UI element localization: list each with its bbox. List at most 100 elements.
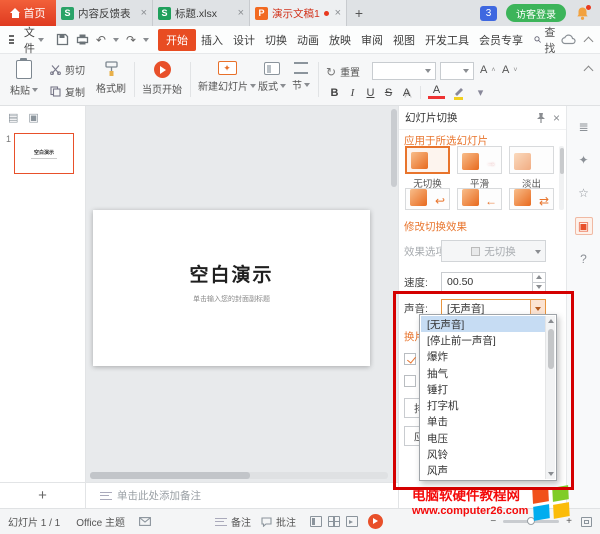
normal-view-button[interactable] — [310, 516, 322, 527]
guest-login-button[interactable]: 访客登录 — [506, 4, 566, 22]
file-menu[interactable]: 文件 — [19, 24, 49, 56]
format-painter-button[interactable]: 格式刷 — [96, 61, 126, 95]
section-button[interactable]: 节 — [292, 62, 310, 92]
find-button[interactable]: 查找 — [534, 24, 559, 56]
effect-options-select[interactable]: 无切换 — [441, 240, 546, 262]
sound-option[interactable]: [停止前一声音] — [421, 332, 545, 348]
slide-1-thumbnail[interactable]: 空白演示 — [14, 133, 74, 174]
print-icon[interactable] — [76, 33, 89, 46]
font-size-select[interactable] — [440, 62, 474, 80]
sound-option[interactable]: 风铃 — [421, 446, 545, 462]
spin-down-icon[interactable] — [536, 285, 542, 289]
cut-button[interactable]: 剪切 — [50, 62, 85, 77]
ribbon-tab-transition[interactable]: 切换 — [260, 29, 292, 51]
close-tab-icon[interactable]: × — [238, 8, 244, 19]
checkbox-checked-icon[interactable] — [404, 353, 416, 365]
ribbon-tab-design[interactable]: 设计 — [228, 29, 260, 51]
transition-fade[interactable]: 淡出 — [508, 146, 555, 190]
ribbon-tab-home[interactable]: 开始 — [158, 29, 196, 51]
grow-font-button[interactable]: A˄ — [480, 64, 495, 76]
undo-dropdown-icon[interactable] — [113, 38, 119, 42]
undo-icon[interactable]: ↶ — [96, 34, 106, 46]
scrollbar-thumb[interactable] — [560, 148, 564, 174]
ribbon-expand-icon[interactable] — [584, 66, 594, 76]
transition-extra-3[interactable]: ⇄ — [508, 188, 555, 210]
gallery-scrollbar[interactable] — [559, 146, 564, 210]
text-shadow-button[interactable]: A — [398, 84, 415, 101]
transition-extra-2[interactable]: ← — [456, 188, 503, 210]
more-format-icon[interactable]: ▾ — [472, 84, 489, 101]
sound-option[interactable]: 风声 — [421, 463, 545, 479]
notes-placeholder-area[interactable]: 单击此处添加备注 — [86, 488, 201, 503]
hamburger-menu-icon[interactable] — [9, 35, 14, 44]
sound-option[interactable]: 锤打 — [421, 381, 545, 397]
close-pane-icon[interactable]: × — [553, 111, 560, 125]
redo-icon[interactable]: ↷ — [126, 34, 136, 46]
scroll-down-icon[interactable] — [548, 472, 554, 476]
ribbon-tab-member[interactable]: 会员专享 — [474, 29, 528, 51]
speed-input[interactable]: 00.50 — [441, 272, 546, 292]
message-count-badge[interactable]: 3 — [480, 6, 497, 21]
highlight-color-button[interactable] — [450, 84, 467, 101]
slide-editing-surface[interactable]: 空白演示 单击输入您的封面副标题 — [93, 210, 370, 366]
collapse-ribbon-icon[interactable] — [584, 36, 594, 46]
strikethrough-button[interactable]: S — [380, 84, 397, 101]
sound-option[interactable]: 打字机 — [421, 397, 545, 413]
font-color-button[interactable]: A — [428, 84, 445, 99]
sorter-view-button[interactable] — [328, 516, 340, 527]
new-slide-button[interactable]: ✦ 新建幻灯片 — [198, 61, 256, 93]
slides-view-toggle-icon[interactable]: ▤ — [8, 111, 18, 124]
help-panel-icon[interactable]: ? — [575, 250, 593, 268]
ribbon-tab-insert[interactable]: 插入 — [196, 29, 228, 51]
home-tab[interactable]: 首页 — [0, 0, 56, 26]
underline-button[interactable]: U — [362, 84, 379, 101]
transition-panel-icon[interactable]: ▣ — [575, 217, 593, 235]
spin-up-icon[interactable] — [536, 275, 542, 279]
close-tab-icon[interactable]: × — [141, 8, 147, 19]
theme-name[interactable]: Office 主题 — [76, 514, 125, 529]
add-slide-button[interactable]: + — [0, 483, 86, 508]
transition-none[interactable]: 无切换 — [404, 146, 451, 190]
comments-toggle-button[interactable]: 批注 — [261, 514, 296, 529]
ribbon-tab-slideshow[interactable]: 放映 — [324, 29, 356, 51]
canvas-horizontal-scrollbar[interactable] — [90, 472, 388, 479]
notification-bell-icon[interactable] — [575, 6, 590, 21]
slide-canvas-area[interactable]: 空白演示 单击输入您的封面副标题 — [86, 106, 398, 482]
slideshow-play-button[interactable] — [368, 514, 383, 529]
properties-panel-icon[interactable]: ≣ — [575, 118, 593, 136]
reset-button[interactable]: ↻ 重置 — [326, 64, 360, 79]
ribbon-tab-view[interactable]: 视图 — [388, 29, 420, 51]
sound-option[interactable]: [无声音] — [421, 316, 545, 332]
save-icon[interactable] — [56, 33, 69, 46]
slide-title-text[interactable]: 空白演示 — [93, 260, 370, 287]
play-from-current-button[interactable]: 当页开始 — [142, 61, 182, 96]
canvas-vertical-scrollbar[interactable] — [391, 109, 397, 187]
sound-option[interactable]: 电压 — [421, 430, 545, 446]
doc-tab-presentation-active[interactable]: P 演示文稿1 × — [250, 0, 347, 26]
font-family-select[interactable] — [372, 62, 436, 80]
scroll-up-icon[interactable] — [548, 319, 554, 323]
doc-tab-xlsx[interactable]: S 标题.xlsx × — [153, 0, 250, 26]
bold-button[interactable]: B — [326, 84, 343, 101]
ribbon-tab-animation[interactable]: 动画 — [292, 29, 324, 51]
layout-button[interactable]: 版式 — [258, 62, 286, 93]
effects-panel-icon[interactable]: ✦ — [575, 151, 593, 169]
new-tab-button[interactable]: + — [347, 0, 371, 26]
close-tab-icon[interactable]: × — [335, 8, 341, 19]
cloud-sync-icon[interactable] — [561, 34, 576, 45]
checkbox-unchecked-icon[interactable] — [404, 375, 416, 387]
ribbon-tab-devtools[interactable]: 开发工具 — [420, 29, 474, 51]
italic-button[interactable]: I — [344, 84, 361, 101]
shrink-font-button[interactable]: A˅ — [502, 64, 517, 76]
scrollbar-thumb[interactable] — [548, 329, 554, 369]
mail-status-icon[interactable] — [139, 517, 151, 526]
transition-morph[interactable]: → 平滑 — [456, 146, 503, 190]
reading-view-button[interactable] — [346, 516, 358, 527]
doc-tab-feedback[interactable]: S 内容反馈表 × — [56, 0, 153, 26]
scrollbar-thumb[interactable] — [90, 472, 250, 479]
pin-icon[interactable] — [536, 112, 546, 124]
sound-option[interactable]: 爆炸 — [421, 349, 545, 365]
paste-button[interactable]: 粘贴 — [10, 60, 38, 97]
favorites-panel-icon[interactable]: ☆ — [575, 184, 593, 202]
notes-toggle-button[interactable]: 备注 — [215, 514, 251, 529]
